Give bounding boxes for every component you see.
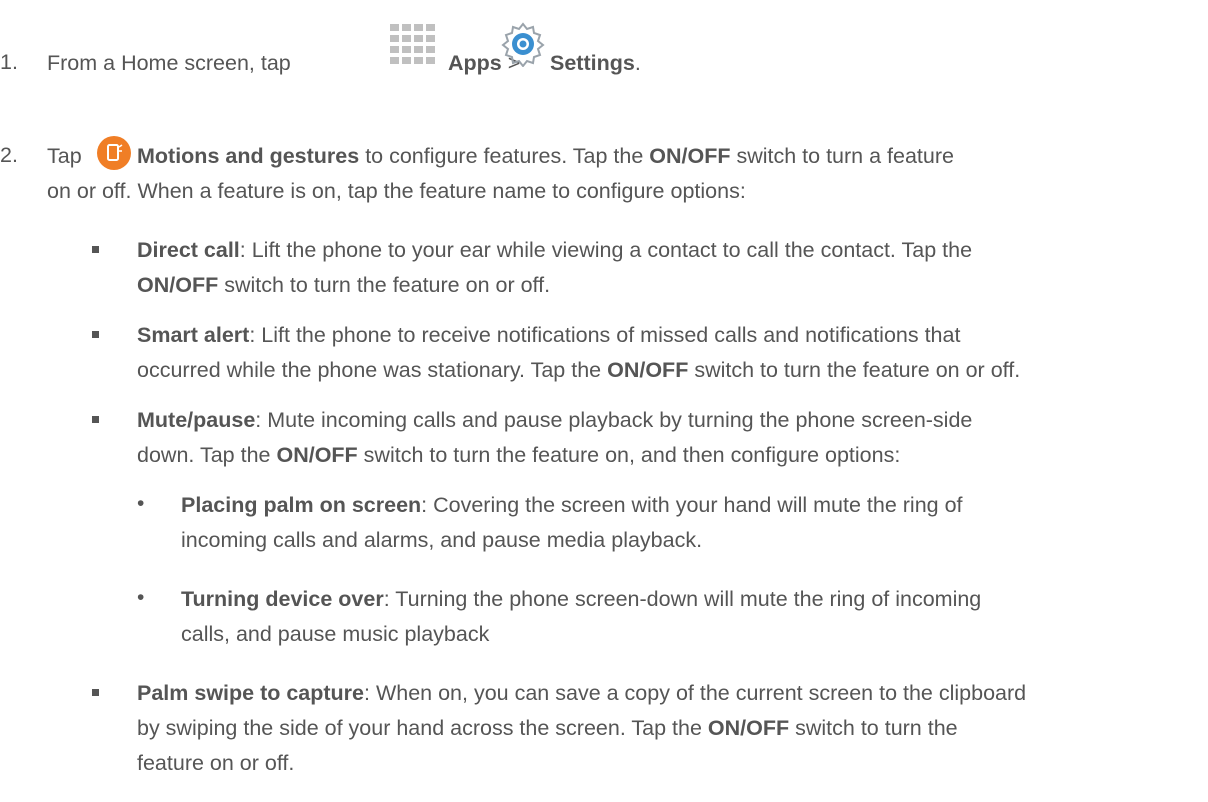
step2-tap: Tap [47,144,82,168]
bullet-dot-icon: • [137,586,145,609]
mute-pause-line2: down. Tap the ON/OFF switch to turn the … [137,443,901,467]
turning-over-line2: calls, and pause music playback [181,622,490,646]
bullet-square-icon [92,416,99,423]
bullet-square-icon [92,246,99,253]
palm-swipe-line2: by swiping the side of your hand across … [137,716,958,740]
turning-over-line1: Turning device over: Turning the phone s… [181,587,982,611]
palm-on-screen-line2: incoming calls and alarms, and pause med… [181,528,703,552]
bullet-square-icon [92,689,99,696]
palm-swipe-line3: feature on or off. [137,751,295,775]
step1-text: From a Home screen, tap [47,51,291,75]
bullet-square-icon [92,331,99,338]
step2-number: 2. [0,143,18,167]
smart-alert-line1: Smart alert: Lift the phone to receive n… [137,323,961,347]
step1-settings-segment: Settings. [550,51,641,75]
settings-gear-icon [501,22,545,67]
step2-line2: on or off. When a feature is on, tap the… [47,179,746,203]
mute-pause-line1: Mute/pause: Mute incoming calls and paus… [137,408,973,432]
palm-on-screen-line1: Placing palm on screen: Covering the scr… [181,493,963,517]
direct-call-line1: Direct call: Lift the phone to your ear … [137,238,973,262]
step1-number: 1. [0,50,18,74]
bullet-dot-icon: • [137,492,145,515]
smart-alert-line2: occurred while the phone was stationary.… [137,358,1021,382]
palm-swipe-line1: Palm swipe to capture: When on, you can … [137,681,1027,705]
manual-page: 1. From a Home screen, tap Apps > Settin… [0,0,1208,802]
apps-grid-icon [390,24,446,76]
step2-line1: Motions and gestures to configure featur… [137,144,954,168]
motions-gestures-icon [97,136,131,170]
settings-label: Settings [550,51,635,75]
direct-call-line2: ON/OFF switch to turn the feature on or … [137,273,551,297]
apps-label: Apps [448,51,502,75]
